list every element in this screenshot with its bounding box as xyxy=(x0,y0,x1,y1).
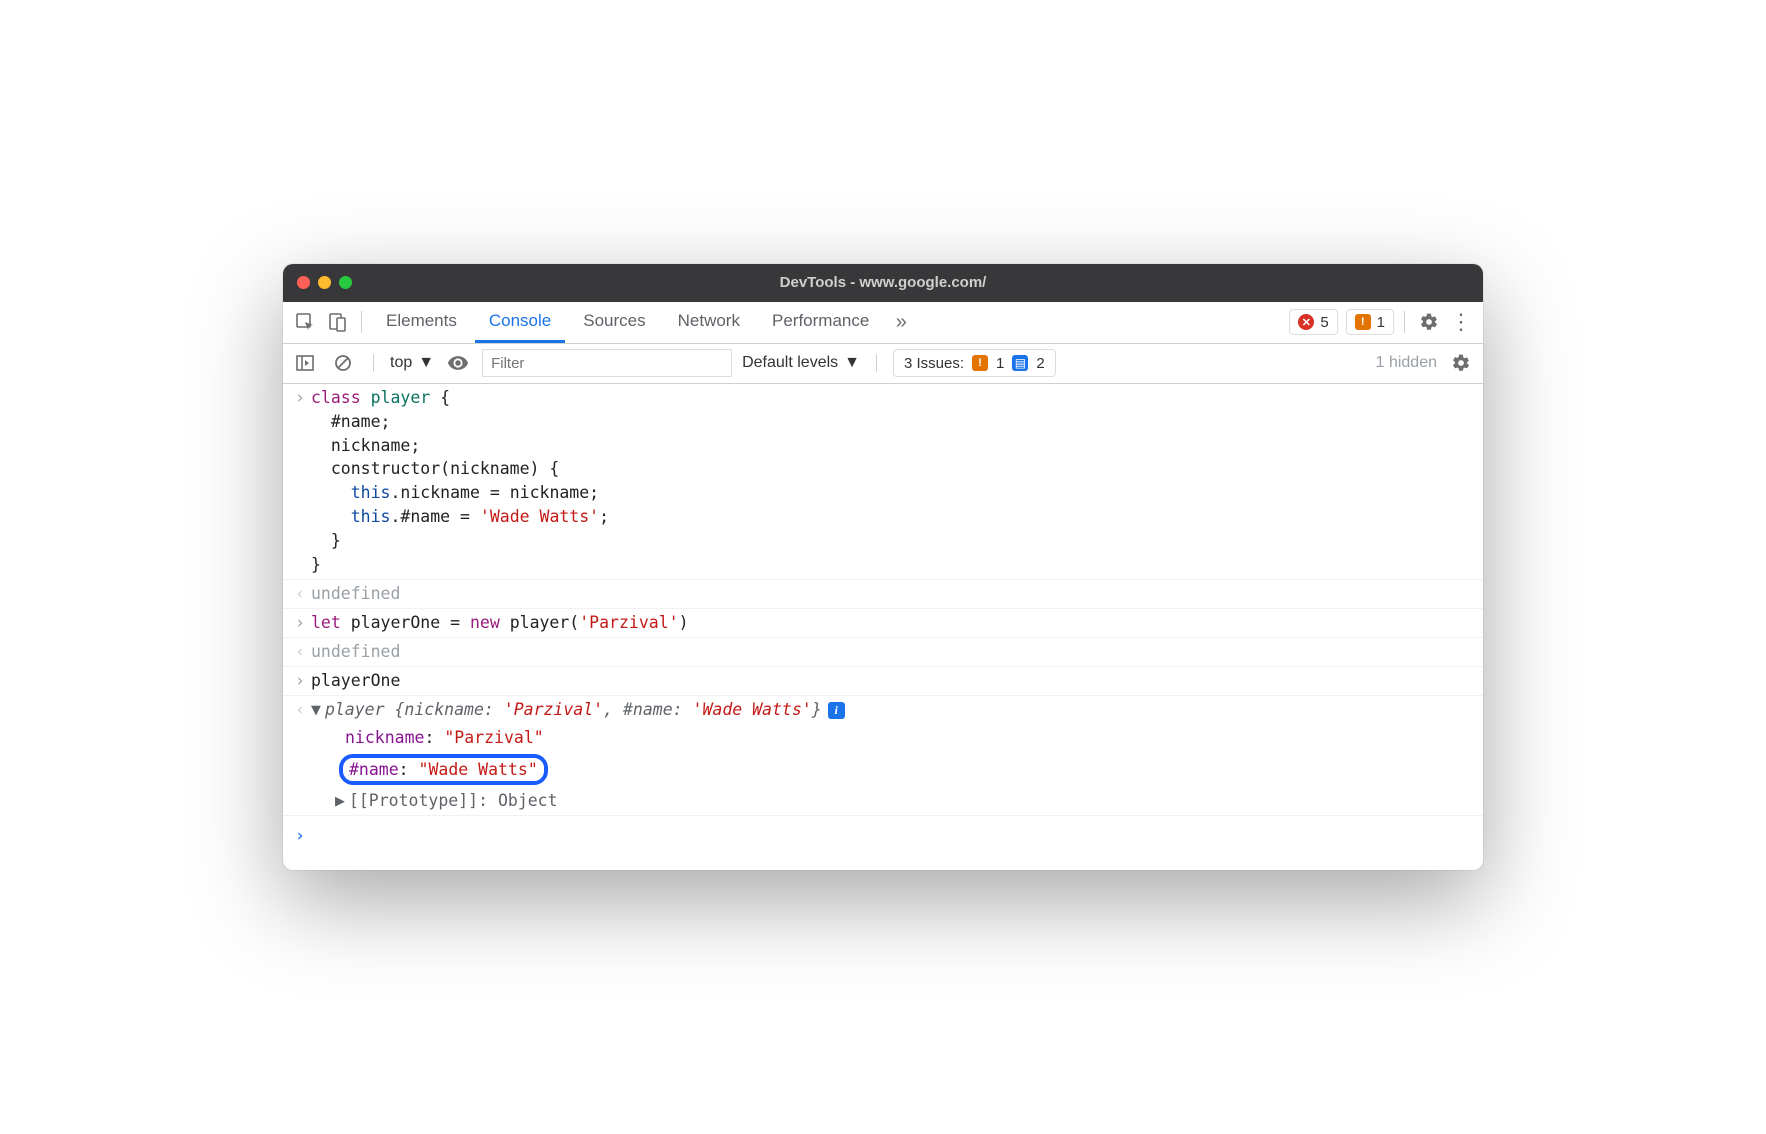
tab-console[interactable]: Console xyxy=(475,301,565,343)
zoom-icon[interactable] xyxy=(339,276,352,289)
tab-elements[interactable]: Elements xyxy=(372,301,471,343)
warning-icon: ! xyxy=(1355,314,1371,330)
issues-button[interactable]: 3 Issues: ! 1 ▤ 2 xyxy=(893,349,1056,377)
live-expression-icon[interactable] xyxy=(444,349,472,377)
input-chevron-icon: › xyxy=(289,611,311,635)
output-chevron-icon: ‹ xyxy=(289,698,311,722)
minimize-icon[interactable] xyxy=(318,276,331,289)
console-output-row: ‹ undefined xyxy=(283,638,1483,667)
issues-info-count: 2 xyxy=(1036,355,1044,372)
kebab-menu-icon[interactable]: ⋮ xyxy=(1447,308,1475,336)
console-input-row[interactable]: › let playerOne = new player('Parzival') xyxy=(283,609,1483,638)
settings-icon[interactable] xyxy=(1415,308,1443,336)
tab-sources[interactable]: Sources xyxy=(569,301,659,343)
object-property-row[interactable]: #name: "Wade Watts" xyxy=(283,752,1483,788)
output-chevron-icon: ‹ xyxy=(289,640,311,664)
clear-console-icon[interactable] xyxy=(329,349,357,377)
console-input-row[interactable]: › class player { #name; nickname; constr… xyxy=(283,384,1483,580)
code-line: let playerOne = new player('Parzival') xyxy=(311,611,1473,635)
error-count-badge[interactable]: ✕ 5 xyxy=(1289,309,1337,335)
highlight-annotation: #name: "Wade Watts" xyxy=(339,754,548,786)
undefined-value: undefined xyxy=(311,584,400,603)
divider xyxy=(373,354,374,372)
prompt-chevron-icon: › xyxy=(289,824,311,848)
prop-value: "Wade Watts" xyxy=(419,760,538,779)
tab-network[interactable]: Network xyxy=(664,301,754,343)
window-title: DevTools - www.google.com/ xyxy=(283,274,1483,291)
device-toolbar-icon[interactable] xyxy=(323,308,351,336)
divider xyxy=(361,311,362,333)
object-prototype-row[interactable]: ▶[[Prototype]]: Object xyxy=(283,787,1483,816)
object-property-row[interactable]: nickname: "Parzival" xyxy=(283,724,1483,752)
warning-count-badge[interactable]: ! 1 xyxy=(1346,309,1394,335)
prototype-label: [[Prototype]]: Object xyxy=(349,791,558,810)
more-tabs-icon[interactable]: » xyxy=(887,308,915,336)
chevron-down-icon: ▼ xyxy=(844,354,860,372)
error-count: 5 xyxy=(1320,314,1328,331)
console-output: › class player { #name; nickname; constr… xyxy=(283,384,1483,871)
tab-performance[interactable]: Performance xyxy=(758,301,883,343)
info-icon: ▤ xyxy=(1012,355,1028,371)
traffic-lights xyxy=(297,276,352,289)
log-levels-selector[interactable]: Default levels ▼ xyxy=(742,354,860,372)
divider xyxy=(1404,311,1405,333)
expand-down-icon[interactable]: ▼ xyxy=(311,698,321,722)
output-chevron-icon: ‹ xyxy=(289,582,311,606)
code-block: class player { #name; nickname; construc… xyxy=(311,386,1473,577)
prop-value: "Parzival" xyxy=(444,728,543,747)
console-input-row[interactable]: › playerOne xyxy=(283,667,1483,696)
warning-count: 1 xyxy=(1377,314,1385,331)
console-toolbar: top ▼ Default levels ▼ 3 Issues: ! 1 ▤ 2… xyxy=(283,344,1483,384)
issues-label: 3 Issues: xyxy=(904,355,964,372)
code-line: playerOne xyxy=(311,669,1473,693)
object-summary[interactable]: ▼player {nickname: 'Parzival', #name: 'W… xyxy=(311,698,1473,722)
issues-warn-count: 1 xyxy=(996,355,1004,372)
filter-input[interactable] xyxy=(482,349,732,377)
prop-key: #name xyxy=(349,760,399,779)
undefined-value: undefined xyxy=(311,642,400,661)
warning-icon: ! xyxy=(972,355,988,371)
console-output-row: ‹ undefined xyxy=(283,580,1483,609)
inspect-element-icon[interactable] xyxy=(291,308,319,336)
console-prompt[interactable]: › xyxy=(283,816,1483,856)
info-badge-icon[interactable]: i xyxy=(828,702,845,719)
prop-key: nickname xyxy=(345,728,424,747)
context-value: top xyxy=(390,354,412,372)
main-tabbar: Elements Console Sources Network Perform… xyxy=(283,302,1483,344)
divider xyxy=(876,354,877,372)
expand-right-icon[interactable]: ▶ xyxy=(335,789,345,813)
sidebar-toggle-icon[interactable] xyxy=(291,349,319,377)
hidden-count: 1 hidden xyxy=(1376,354,1437,372)
devtools-window: DevTools - www.google.com/ Elements Cons… xyxy=(283,264,1483,871)
error-icon: ✕ xyxy=(1298,314,1314,330)
context-selector[interactable]: top ▼ xyxy=(390,354,434,372)
levels-value: Default levels xyxy=(742,354,838,372)
close-icon[interactable] xyxy=(297,276,310,289)
input-chevron-icon: › xyxy=(289,669,311,693)
titlebar: DevTools - www.google.com/ xyxy=(283,264,1483,302)
chevron-down-icon: ▼ xyxy=(418,354,434,372)
console-settings-icon[interactable] xyxy=(1447,349,1475,377)
console-output-row: ‹ ▼player {nickname: 'Parzival', #name: … xyxy=(283,696,1483,724)
input-chevron-icon: › xyxy=(289,386,311,577)
